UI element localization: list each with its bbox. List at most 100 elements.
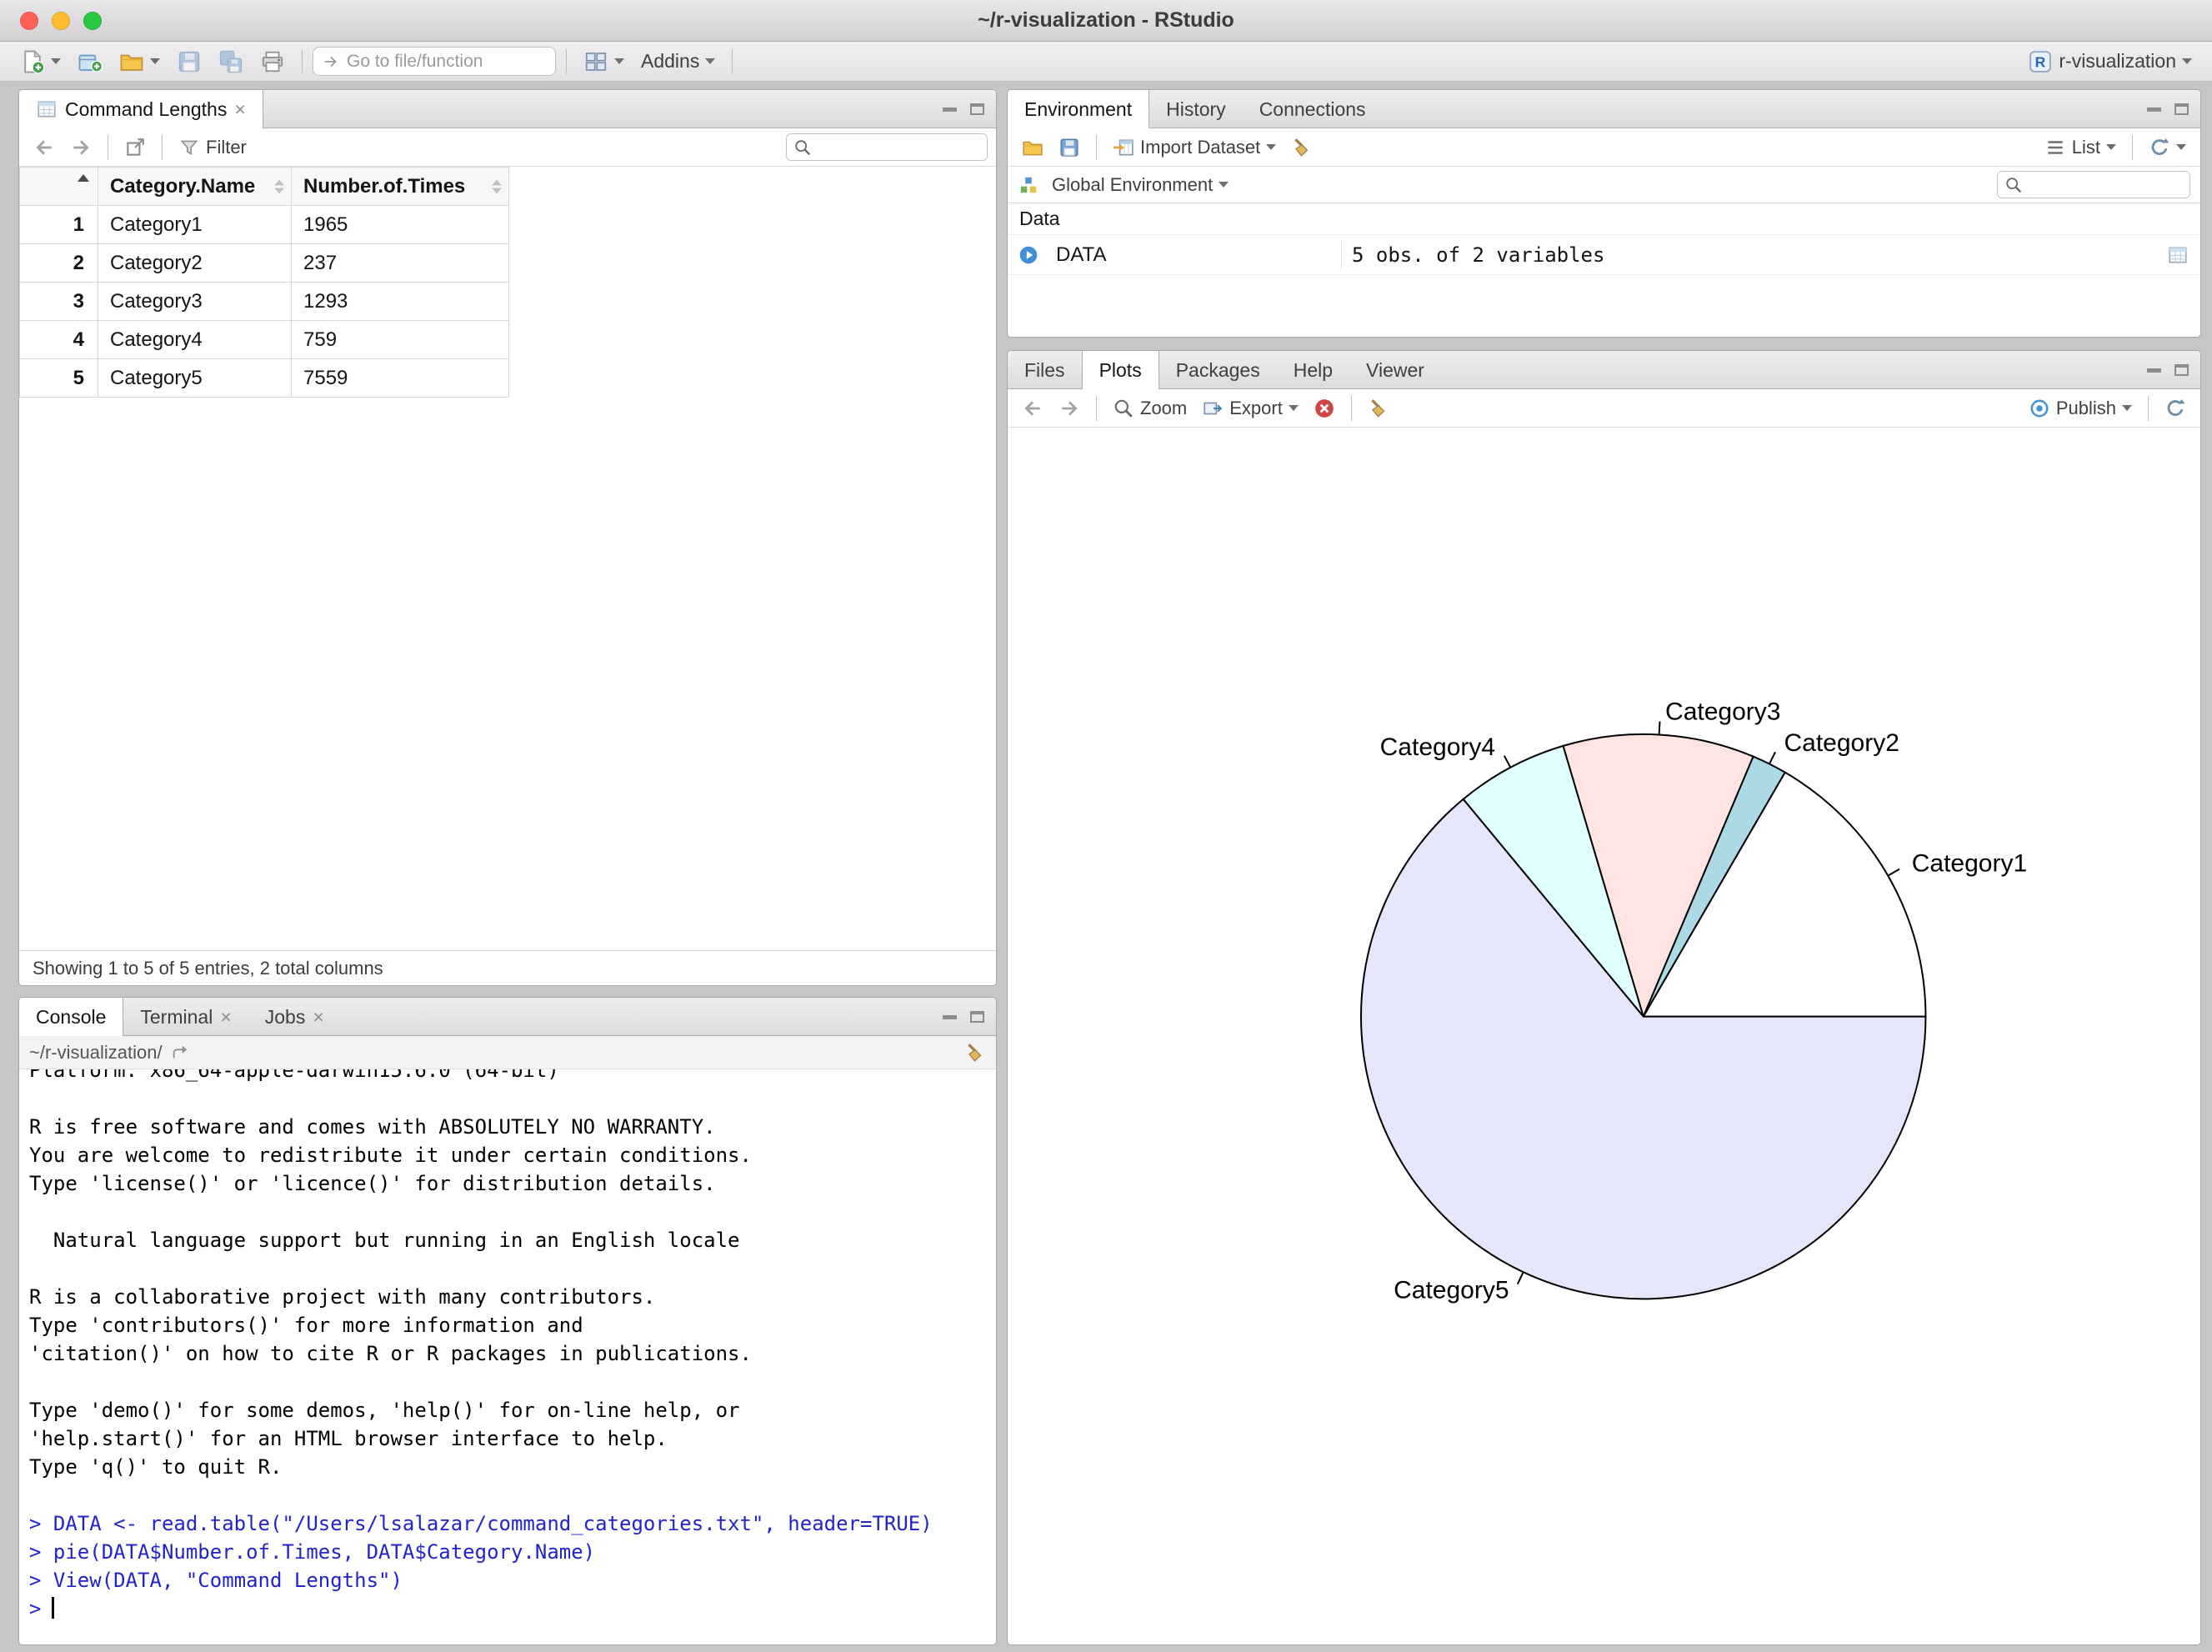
- environment-object-row[interactable]: DATA 5 obs. of 2 variables: [1008, 235, 2200, 275]
- tab-help[interactable]: Help: [1277, 351, 1349, 389]
- tab-label: Jobs: [264, 1005, 306, 1028]
- console-prompt-line[interactable]: >: [29, 1594, 986, 1623]
- previous-plot-button[interactable]: [1016, 395, 1049, 422]
- zoom-plot-button[interactable]: Zoom: [1107, 395, 1193, 422]
- open-file-button[interactable]: [113, 46, 167, 78]
- console[interactable]: Platform: x86_64-apple-darwin15.6.0 (64-…: [19, 1069, 996, 1644]
- goto-file-input[interactable]: [347, 51, 547, 72]
- clear-console-broom-icon[interactable]: [964, 1042, 986, 1064]
- open-folder-icon: [119, 49, 144, 74]
- tab-jobs[interactable]: Jobs: [248, 998, 341, 1036]
- tab-viewer[interactable]: Viewer: [1349, 351, 1441, 389]
- maximize-pane-button[interactable]: [970, 1011, 984, 1023]
- pie-label-category2: Category2: [1784, 729, 1899, 757]
- text-cursor-icon: [52, 1597, 55, 1619]
- save-button[interactable]: [170, 46, 208, 78]
- close-tab-icon[interactable]: [234, 100, 245, 119]
- minimize-window-button[interactable]: [52, 11, 70, 30]
- tab-environment[interactable]: Environment: [1008, 90, 1150, 128]
- toolbar-separator: [566, 48, 567, 74]
- tab-label: Help: [1293, 358, 1334, 381]
- list-icon: [2044, 137, 2066, 158]
- toolbar-separator: [2132, 134, 2133, 160]
- tab-history[interactable]: History: [1149, 90, 1243, 128]
- goto-directory-icon[interactable]: [171, 1044, 189, 1062]
- pane-layout-button[interactable]: [577, 46, 631, 78]
- cell-category-name: Category4: [98, 320, 292, 359]
- table-row: 2 Category2 237: [19, 243, 509, 283]
- load-workspace-button[interactable]: [1016, 134, 1049, 161]
- toolbar-separator: [2148, 395, 2149, 421]
- cell-number-of-times: 1965: [291, 205, 509, 244]
- clear-environment-button[interactable]: [1285, 134, 1319, 161]
- expand-object-icon[interactable]: [1018, 244, 1039, 266]
- tab-console[interactable]: Console: [19, 998, 124, 1036]
- window-controls: [20, 11, 102, 30]
- zoom-window-button[interactable]: [83, 11, 102, 30]
- tab-plots[interactable]: Plots: [1081, 351, 1159, 389]
- environment-scope-button[interactable]: Global Environment: [1046, 172, 1234, 198]
- project-name-label: r-visualization: [2059, 50, 2176, 72]
- remove-plot-button[interactable]: [1308, 395, 1341, 422]
- new-project-button[interactable]: [71, 46, 109, 78]
- row-number-header[interactable]: [19, 167, 98, 206]
- addins-button[interactable]: Addins: [634, 47, 722, 76]
- print-button[interactable]: [253, 46, 292, 78]
- minimize-pane-button[interactable]: [943, 107, 957, 112]
- table-search-input[interactable]: [817, 138, 980, 157]
- pane-window-buttons: [943, 90, 996, 128]
- cell-category-name: Category2: [98, 243, 292, 283]
- publish-button[interactable]: Publish: [2023, 395, 2138, 422]
- data-table: Category.Name Number.of.Times 1 Category1…: [19, 167, 509, 398]
- close-tab-icon[interactable]: [220, 1008, 231, 1027]
- refresh-plot-button[interactable]: [2159, 395, 2192, 422]
- workspace: Command Lengths × Filter Category.Name N…: [0, 83, 2212, 1652]
- refresh-environment-button[interactable]: [2143, 134, 2192, 161]
- next-plot-button[interactable]: [1053, 395, 1086, 422]
- open-in-new-window-button[interactable]: [118, 134, 152, 161]
- tab-command-lengths[interactable]: Command Lengths: [19, 90, 263, 128]
- tab-terminal[interactable]: Terminal: [123, 998, 248, 1036]
- export-plot-button[interactable]: Export: [1196, 395, 1304, 422]
- new-file-button[interactable]: [13, 46, 68, 78]
- close-window-button[interactable]: [20, 11, 38, 30]
- maximize-pane-button[interactable]: [2174, 364, 2189, 376]
- save-all-button[interactable]: [212, 46, 250, 78]
- caret-down-icon: [1219, 182, 1229, 188]
- tab-packages[interactable]: Packages: [1159, 351, 1277, 389]
- tab-files[interactable]: Files: [1008, 351, 1082, 389]
- minimize-pane-button[interactable]: [943, 1014, 957, 1019]
- pie-label-line: [1503, 755, 1512, 768]
- cell-category-name: Category1: [98, 205, 292, 244]
- table-row: 1 Category1 1965: [19, 205, 509, 244]
- maximize-pane-button[interactable]: [970, 103, 984, 115]
- tab-connections[interactable]: Connections: [1243, 90, 1383, 128]
- save-icon: [1058, 137, 1080, 158]
- nav-forward-button[interactable]: [64, 134, 98, 161]
- column-header-category-name[interactable]: Category.Name: [98, 167, 292, 206]
- left-column: Command Lengths × Filter Category.Name N…: [18, 89, 997, 1645]
- column-header-number-of-times[interactable]: Number.of.Times: [291, 167, 509, 206]
- minimize-icon: [943, 107, 957, 112]
- minimize-pane-button[interactable]: [2147, 368, 2161, 373]
- view-data-grid-icon[interactable]: [2167, 244, 2189, 266]
- row-number-cell: 4: [19, 320, 98, 359]
- minimize-pane-button[interactable]: [2147, 107, 2161, 112]
- new-project-icon: [78, 49, 103, 74]
- console-pane: Console Terminal Jobs: [18, 997, 997, 1645]
- close-tab-icon[interactable]: [313, 1008, 323, 1027]
- maximize-pane-button[interactable]: [2174, 103, 2189, 115]
- data-viewer-toolbar: Filter: [19, 128, 996, 167]
- filter-button[interactable]: Filter: [173, 134, 253, 161]
- nav-back-button[interactable]: [28, 134, 61, 161]
- list-label: List: [2071, 136, 2100, 158]
- clear-all-plots-button[interactable]: [1362, 395, 1395, 422]
- column-label: Category.Name: [110, 174, 256, 198]
- save-workspace-button[interactable]: [1053, 134, 1086, 161]
- import-dataset-button[interactable]: Import Dataset: [1107, 134, 1282, 161]
- window-title: ~/r-visualization - RStudio: [978, 8, 1234, 32]
- environment-search-input[interactable]: [2028, 175, 2183, 194]
- project-menu-button[interactable]: r-visualization: [2021, 46, 2199, 78]
- environment-view-mode-button[interactable]: List: [2039, 134, 2122, 161]
